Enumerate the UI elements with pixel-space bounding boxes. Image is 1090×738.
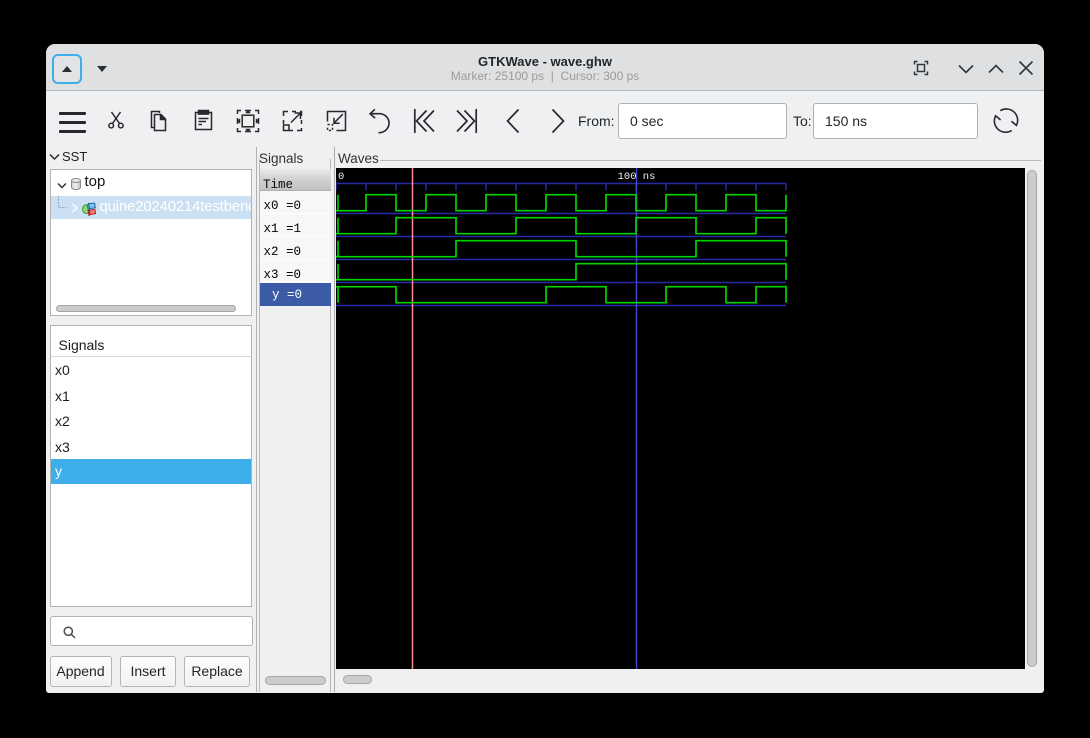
svg-text:100 ns: 100 ns <box>618 171 656 183</box>
svg-text:0: 0 <box>338 171 344 183</box>
